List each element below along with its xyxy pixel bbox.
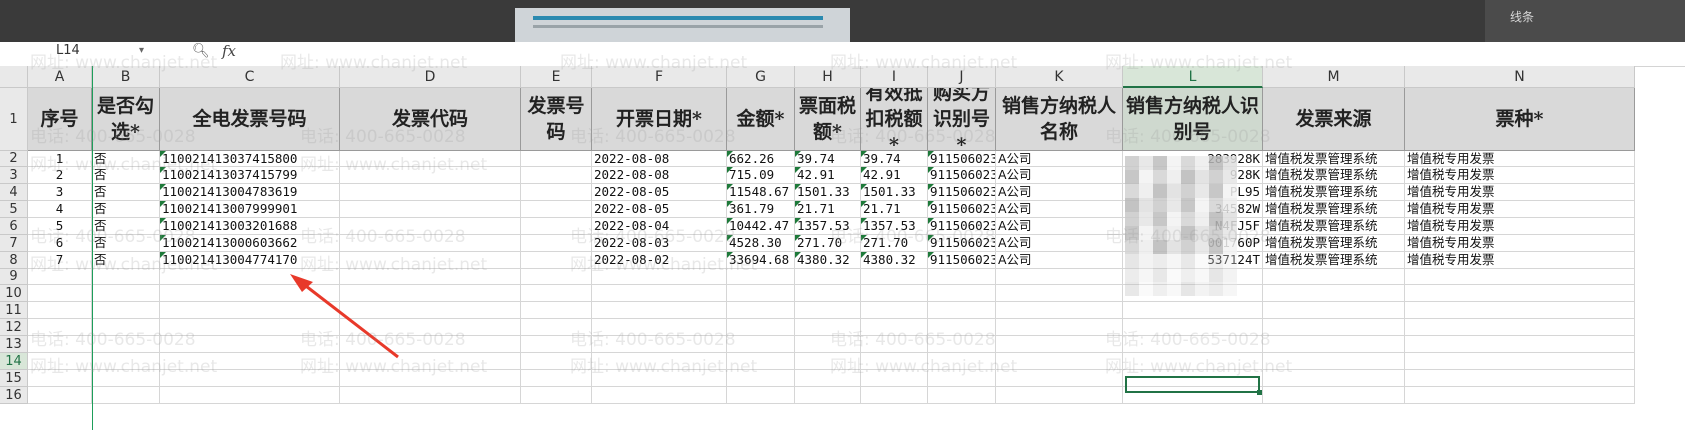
arrow-shaft <box>301 281 399 359</box>
red-arrow-annotation <box>290 274 399 359</box>
